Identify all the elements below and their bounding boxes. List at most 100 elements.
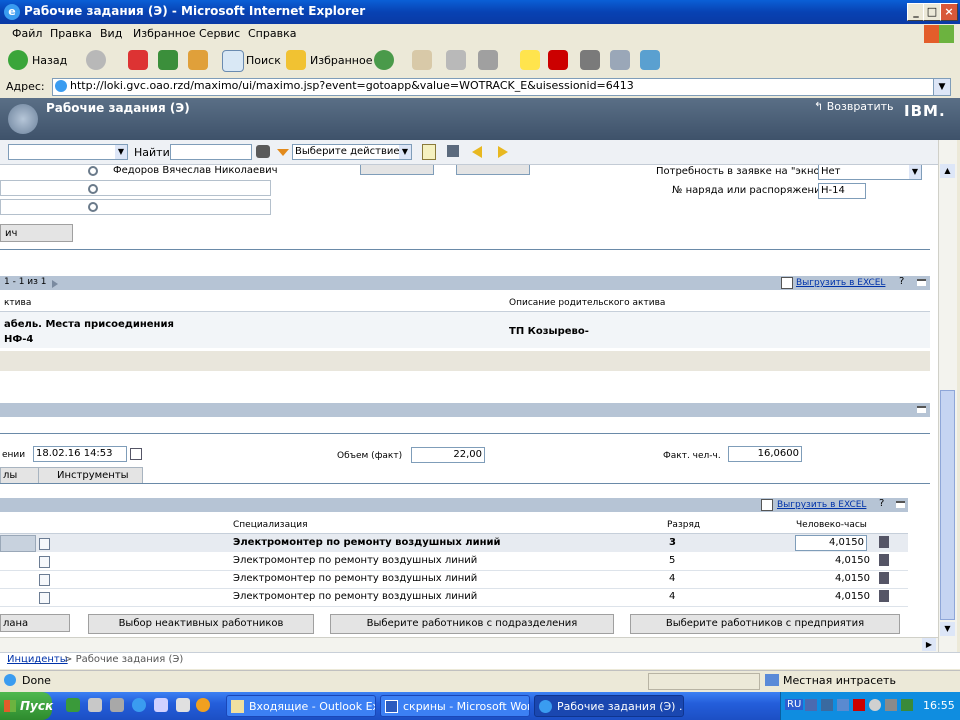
select-inactive-button[interactable]: Выбор неактивных работников [88, 614, 314, 634]
collapse-icon[interactable] [896, 501, 905, 508]
menu-tools[interactable]: Сервис [199, 27, 240, 40]
tab-tools[interactable]: Инструменты [38, 467, 143, 484]
delete-icon[interactable] [879, 536, 889, 548]
quicklaunch-icon[interactable] [88, 698, 102, 712]
previous-arrow-icon[interactable] [472, 146, 482, 158]
labor-button-1[interactable]: лана [0, 614, 70, 632]
order-input[interactable]: Н-14 [818, 183, 866, 199]
quicklaunch-icon[interactable] [154, 698, 168, 712]
labor-export-link[interactable]: Выгрузить в EXCEL [777, 500, 866, 510]
menu-file[interactable]: Файл [12, 27, 42, 40]
scroll-thumb[interactable] [940, 390, 955, 620]
tray-icon[interactable] [885, 699, 897, 711]
messenger-icon[interactable] [580, 50, 600, 70]
history-icon[interactable] [374, 50, 394, 70]
query-select[interactable]: ▼ [8, 144, 128, 160]
table-row[interactable]: Электромонтер по ремонту воздушных линий… [0, 570, 908, 589]
maximize-button[interactable]: □ [923, 3, 941, 21]
address-dropdown-button[interactable]: ▼ [933, 78, 951, 96]
taskbar-outlook[interactable]: Входящие - Outlook Exp... [226, 695, 376, 717]
address-input[interactable]: http://loki.gvc.oao.rzd/maximo/ui/maximo… [52, 78, 934, 96]
help-icon[interactable]: ? [899, 276, 904, 287]
hidden-field-1[interactable] [360, 165, 434, 175]
new-record-icon[interactable] [422, 144, 436, 160]
taskbar-ie-active[interactable]: Рабочие задания (Э) ... [534, 695, 684, 717]
taskbar-word[interactable]: скрины - Microsoft Word [380, 695, 530, 717]
note-icon[interactable] [520, 50, 540, 70]
tray-icon[interactable] [869, 699, 881, 711]
tray-icon[interactable] [901, 699, 913, 711]
date-input[interactable]: 18.02.16 14:53 [33, 446, 127, 462]
horizontal-scrollbar[interactable]: ▶ [0, 637, 938, 652]
scroll-right-button[interactable]: ▶ [922, 638, 936, 651]
delete-icon[interactable] [879, 572, 889, 584]
save-icon[interactable] [447, 145, 459, 157]
hidden-field-2[interactable] [456, 165, 530, 175]
delete-icon[interactable] [879, 590, 889, 602]
home-icon[interactable] [188, 50, 208, 70]
tray-icon[interactable] [837, 699, 849, 711]
next-arrow-icon[interactable] [498, 146, 508, 158]
menu-favorites[interactable]: Избранное [133, 27, 195, 40]
action-select[interactable]: Выберите действие ▼ [292, 144, 412, 160]
menu-view[interactable]: Вид [100, 27, 122, 40]
lookup-icon[interactable] [88, 202, 98, 212]
calendar-icon[interactable] [130, 448, 142, 460]
search-button-label[interactable]: Поиск [246, 54, 281, 67]
quicklaunch-media-icon[interactable] [196, 698, 210, 712]
people-icon[interactable] [640, 50, 660, 70]
lookup-field[interactable] [0, 199, 271, 215]
return-link[interactable]: ↰ Возвратить [814, 100, 894, 113]
quicklaunch-icon[interactable] [110, 698, 124, 712]
find-input[interactable] [170, 144, 252, 160]
collapse-icon[interactable] [917, 279, 926, 286]
manhours-input[interactable]: 16,0600 [728, 446, 802, 462]
select-department-button[interactable]: Выберите работников с подразделения [330, 614, 614, 634]
select-enterprise-button[interactable]: Выберите работников с предприятия [630, 614, 900, 634]
table-row[interactable]: абель. Места присоединения НФ-4 ТП Козыр… [0, 312, 930, 348]
lookup-icon[interactable] [88, 184, 98, 194]
help-icon[interactable]: ? [879, 498, 884, 509]
tray-icon[interactable] [821, 699, 833, 711]
kaspersky-tray-icon[interactable] [853, 699, 865, 711]
favorites-button-label[interactable]: Избранное [310, 54, 372, 67]
favorites-star-icon[interactable] [286, 50, 306, 70]
search-icon[interactable] [222, 50, 244, 72]
scroll-up-button[interactable]: ▲ [940, 164, 955, 178]
table-row[interactable]: Электромонтер по ремонту воздушных линий… [0, 534, 908, 552]
details-icon[interactable] [39, 574, 50, 586]
assets-export-link[interactable]: Выгрузить в EXCEL [796, 278, 885, 288]
tray-icon[interactable] [805, 699, 817, 711]
need-select[interactable]: Нет ▼ [818, 165, 922, 180]
details-icon[interactable] [39, 592, 50, 604]
tab-labor[interactable]: лы [0, 467, 40, 484]
mail-icon[interactable] [412, 50, 432, 70]
quicklaunch-tree-icon[interactable] [66, 698, 80, 712]
back-button-label[interactable]: Назад [32, 54, 67, 67]
menu-edit[interactable]: Правка [50, 27, 92, 40]
back-arrow-icon[interactable] [8, 50, 28, 70]
person-field[interactable] [0, 180, 271, 196]
table-row[interactable]: Электромонтер по ремонту воздушных линий… [0, 552, 908, 571]
binoculars-icon[interactable] [256, 145, 270, 158]
details-icon[interactable] [39, 556, 50, 568]
lookup-icon[interactable] [88, 166, 98, 176]
print-icon[interactable] [446, 50, 466, 70]
volume-input[interactable]: 22,00 [411, 447, 485, 463]
collapse-icon[interactable] [917, 406, 926, 413]
language-indicator[interactable]: RU [785, 699, 804, 710]
quicklaunch-ie-icon[interactable] [132, 698, 146, 712]
next-page-icon[interactable] [52, 280, 58, 288]
details-icon[interactable] [39, 538, 50, 550]
stop-icon[interactable] [128, 50, 148, 70]
hours-input[interactable]: 4,0150 [795, 535, 867, 551]
scroll-down-button[interactable]: ▼ [940, 622, 955, 636]
refresh-icon[interactable] [158, 50, 178, 70]
breadcrumb-incidents-link[interactable]: Инциденты [7, 654, 68, 665]
delete-icon[interactable] [879, 554, 889, 566]
select-button[interactable]: ич [0, 224, 73, 242]
start-button[interactable]: Пуск [0, 692, 53, 720]
tool-icon[interactable] [610, 50, 630, 70]
table-row[interactable]: Электромонтер по ремонту воздушных линий… [0, 588, 908, 607]
forward-arrow-icon[interactable] [86, 50, 106, 70]
